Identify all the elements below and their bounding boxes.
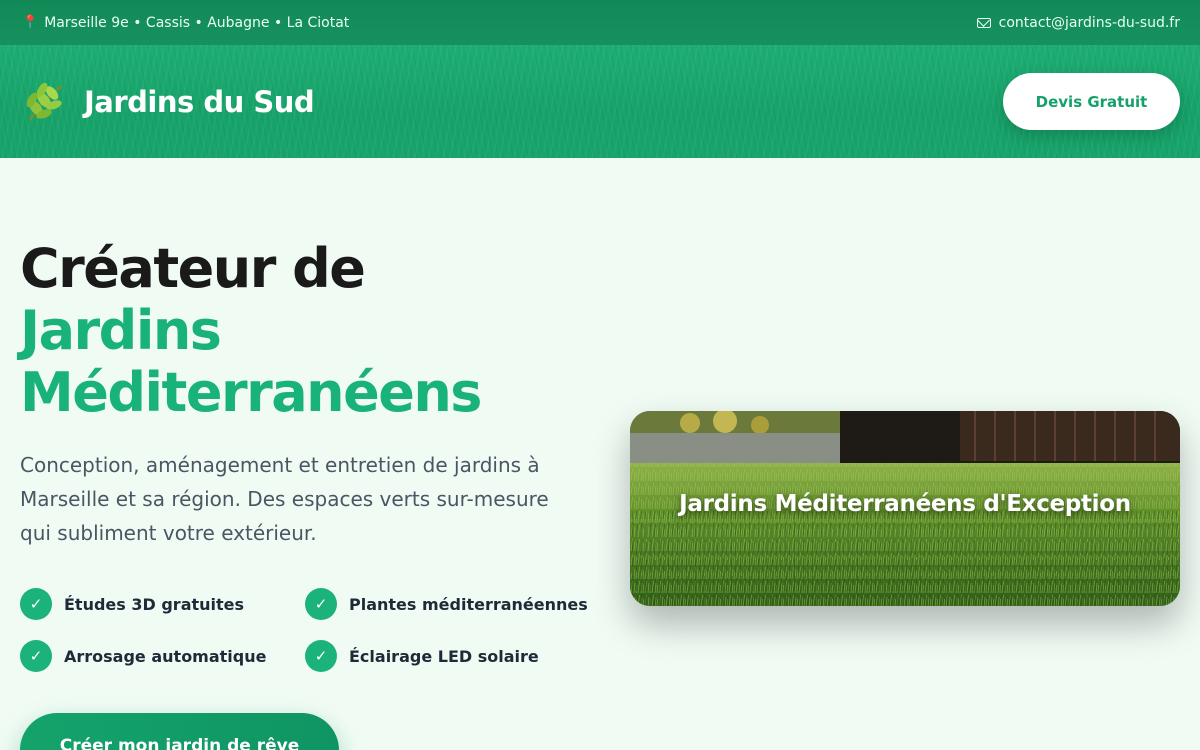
- site-header: Jardins du Sud Devis Gratuit: [0, 45, 1200, 158]
- pin-icon: 📍: [22, 15, 39, 30]
- feature-item: ✓ Arrosage automatique: [20, 640, 305, 672]
- hero-title-line-2: Jardins: [20, 299, 222, 362]
- hero-title: Créateur de Jardins Méditerranéens: [20, 238, 580, 424]
- feature-item: ✓ Plantes méditerranéennes: [305, 588, 590, 620]
- service-areas-text: Marseille 9e • Cassis • Aubagne • La Cio…: [44, 14, 350, 31]
- contact-email-text[interactable]: contact@jardins-du-sud.fr: [999, 15, 1180, 31]
- check-icon: ✓: [305, 588, 337, 620]
- feature-label: Études 3D gratuites: [64, 594, 245, 614]
- hero-image-card: Jardins Méditerranéens d'Exception: [630, 411, 1180, 606]
- check-icon: ✓: [305, 640, 337, 672]
- brand-name[interactable]: Jardins du Sud: [84, 85, 315, 119]
- check-icon: ✓: [20, 640, 52, 672]
- feature-label: Plantes méditerranéennes: [349, 594, 588, 614]
- service-areas: 📍 Marseille 9e • Cassis • Aubagne • La C…: [22, 15, 349, 31]
- feature-item: ✓ Études 3D gratuites: [20, 588, 305, 620]
- image-caption: Jardins Méditerranéens d'Exception: [679, 491, 1131, 517]
- contact-email[interactable]: contact@jardins-du-sud.fr: [976, 15, 1180, 31]
- hero-title-line-1: Créateur de: [20, 237, 366, 300]
- feature-label: Arrosage automatique: [64, 646, 267, 666]
- hero-description: Conception, aménagement et entretien de …: [20, 453, 549, 545]
- leaf-icon: [26, 82, 63, 121]
- feature-label: Éclairage LED solaire: [349, 646, 539, 666]
- mail-icon: [976, 17, 991, 28]
- feature-list: ✓ Études 3D gratuites ✓ Plantes méditerr…: [20, 588, 600, 672]
- top-info-bar: 📍 Marseille 9e • Cassis • Aubagne • La C…: [0, 0, 1200, 45]
- check-icon: ✓: [20, 588, 52, 620]
- create-garden-button[interactable]: Créer mon jardin de rêve: [20, 713, 339, 750]
- hero-title-line-3: Méditerranéens: [20, 361, 482, 424]
- free-quote-button[interactable]: Devis Gratuit: [1003, 73, 1180, 130]
- feature-item: ✓ Éclairage LED solaire: [305, 640, 590, 672]
- brand-logo-link[interactable]: Jardins du Sud: [22, 78, 315, 126]
